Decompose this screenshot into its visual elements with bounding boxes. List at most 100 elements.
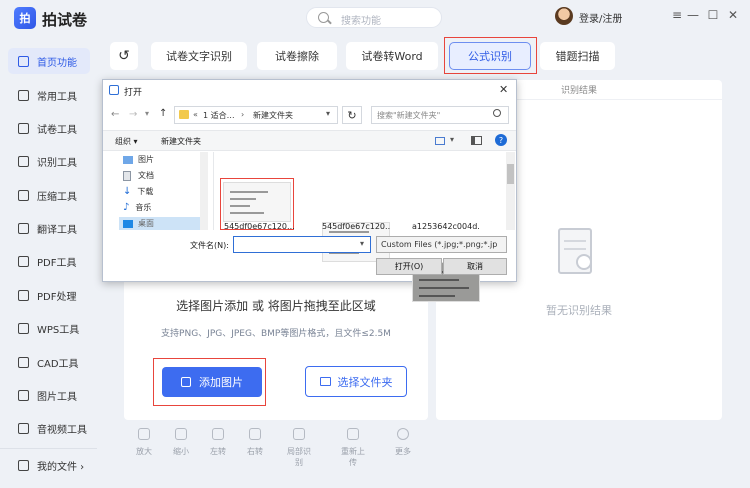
more-icon — [397, 428, 409, 440]
menu-icon[interactable]: ≡ — [670, 8, 684, 22]
tab-paper-ocr[interactable]: 试卷文字识别 — [151, 42, 247, 70]
nav-dropdown-icon[interactable]: ▾ — [145, 109, 149, 118]
file-name: a1253642c004d... — [412, 223, 480, 230]
filename-input[interactable]: ▾ — [233, 236, 371, 253]
zoom-in-button[interactable]: 放大 — [129, 428, 159, 457]
sidebar-item-translate[interactable]: 翻译工具 — [8, 215, 90, 241]
tree-item-pictures[interactable]: 图片 — [123, 154, 154, 165]
my-files-link[interactable]: 我的文件 › — [8, 452, 90, 478]
organize-menu[interactable]: 组织 ▾ — [115, 136, 138, 147]
breadcrumb-separator: › — [241, 110, 245, 119]
tree-item-music[interactable]: ♪ 音乐 — [123, 202, 151, 213]
maximize-button[interactable]: ☐ — [706, 8, 720, 22]
tree-scrollbar[interactable] — [200, 152, 208, 230]
preview-pane-icon[interactable] — [471, 136, 482, 145]
file-name: 545df0e67c120... — [224, 223, 294, 230]
partial-ocr-button[interactable]: 局部识别 — [284, 428, 314, 468]
refresh-button[interactable]: ↻ — [342, 106, 362, 124]
avatar[interactable] — [555, 7, 573, 25]
sidebar: 首页功能 常用工具 试卷工具 识别工具 压缩工具 翻译工具 PDF工具 PDF处… — [0, 36, 97, 488]
tab-formula-ocr[interactable]: 公式识别 — [449, 42, 531, 70]
media-icon — [18, 422, 29, 434]
tab-paper-to-word[interactable]: 试卷转Word — [346, 42, 438, 70]
command-bar: 组织 ▾ 新建文件夹 ▾ ? — [103, 130, 516, 151]
address-dropdown-icon[interactable]: ▾ — [326, 109, 330, 118]
sidebar-item-pdf-process[interactable]: PDF处理 — [8, 282, 90, 308]
sidebar-item-home[interactable]: 首页功能 — [8, 48, 90, 74]
nav-tree: 图片 文档 ↓ 下载 ♪ 音乐 桌面 — [103, 152, 211, 230]
dialog-title: 打开 — [124, 88, 143, 98]
pdf-process-icon — [18, 289, 29, 301]
scrollbar-thumb[interactable] — [507, 164, 514, 184]
breadcrumb-parent[interactable]: 1 适合… — [203, 110, 235, 121]
sidebar-item-image[interactable]: 图片工具 — [8, 382, 90, 408]
sidebar-item-pdf[interactable]: PDF工具 — [8, 248, 90, 274]
sidebar-item-cad[interactable]: CAD工具 — [8, 349, 90, 375]
dialog-search-icon — [493, 109, 501, 117]
file-open-dialog: 打开 ✕ ← → ▾ ↑ « 1 适合… › 新建文件夹 ▾ ↻ 搜索"新建文件… — [102, 79, 517, 302]
zoom-out-button[interactable]: 缩小 — [166, 428, 196, 457]
dialog-search-placeholder: 搜索"新建文件夹" — [377, 111, 441, 120]
sidebar-item-media[interactable]: 音视频工具 — [8, 415, 90, 441]
cancel-button[interactable]: 取消 — [443, 258, 507, 275]
file-pane-scrollbar[interactable] — [506, 152, 515, 230]
rotate-left-button[interactable]: 左转 — [203, 428, 233, 457]
reupload-button[interactable]: 重新上传 — [338, 428, 368, 468]
filetype-select[interactable]: Custom Files (*.jpg;*.png;*.jp — [376, 236, 507, 253]
compress-icon — [18, 189, 29, 201]
nav-back-icon[interactable]: ← — [111, 109, 119, 120]
refresh-icon — [347, 428, 359, 440]
sidebar-item-compress[interactable]: 压缩工具 — [8, 182, 90, 208]
app-name: 拍试卷 — [42, 12, 88, 29]
sidebar-item-recognize[interactable]: 识别工具 — [8, 148, 90, 174]
breadcrumb-prefix: « — [193, 110, 198, 119]
tab-wrong-question-scan[interactable]: 错题扫描 — [540, 42, 615, 70]
sidebar-item-common[interactable]: 常用工具 — [8, 82, 90, 108]
dialog-search-input[interactable]: 搜索"新建文件夹" — [371, 106, 509, 124]
downloads-icon: ↓ — [123, 186, 132, 197]
dialog-close-button[interactable]: ✕ — [499, 83, 508, 96]
empty-result-text: 暂无识别结果 — [546, 304, 612, 317]
minimize-button[interactable]: — — [686, 8, 700, 22]
rotate-right-button[interactable]: 右转 — [240, 428, 270, 457]
sidebar-divider — [0, 448, 97, 449]
search-placeholder: 搜索功能 — [341, 16, 381, 27]
filename-label: 文件名(N): — [190, 241, 229, 250]
help-icon[interactable]: ? — [495, 134, 507, 146]
open-button[interactable]: 打开(O) — [376, 258, 442, 275]
expand-icon — [138, 428, 150, 440]
address-bar[interactable]: « 1 适合… › 新建文件夹 ▾ — [174, 106, 338, 124]
nav-forward-icon[interactable]: → — [129, 109, 137, 120]
dialog-app-icon — [109, 85, 119, 95]
tab-paper-erase[interactable]: 试卷擦除 — [257, 42, 337, 70]
cad-icon — [18, 356, 29, 368]
file-thumbnail[interactable] — [223, 182, 291, 222]
folder-icon — [18, 459, 29, 471]
choose-folder-button[interactable]: 选择文件夹 — [305, 366, 407, 397]
sidebar-item-paper[interactable]: 试卷工具 — [8, 115, 90, 141]
filename-dropdown-icon[interactable]: ▾ — [360, 239, 364, 248]
home-icon — [18, 55, 29, 67]
more-button[interactable]: 更多 — [388, 428, 418, 457]
app-logo: 拍 — [14, 7, 36, 29]
add-image-button[interactable]: 添加图片 — [162, 367, 262, 397]
tree-item-desktop[interactable]: 桌面 — [119, 217, 207, 230]
upload-support-text: 支持PNG、JPG、JPEG、BMP等图片格式，且文件≤2.5M — [161, 329, 391, 339]
back-button[interactable]: ↺ — [110, 42, 138, 70]
search-input[interactable]: 搜索功能 — [306, 7, 442, 28]
view-options-icon[interactable] — [435, 137, 445, 145]
nav-up-icon[interactable]: ↑ — [159, 108, 167, 119]
new-folder-button[interactable]: 新建文件夹 — [161, 136, 201, 147]
close-button[interactable]: ✕ — [726, 8, 740, 22]
tree-item-documents[interactable]: 文档 — [123, 170, 154, 181]
view-dropdown-icon[interactable]: ▾ — [450, 135, 454, 144]
sidebar-item-wps[interactable]: WPS工具 — [8, 315, 90, 341]
breadcrumb-current[interactable]: 新建文件夹 — [253, 110, 293, 121]
tree-item-downloads[interactable]: ↓ 下载 — [123, 186, 153, 197]
login-link[interactable]: 登录/注册 — [579, 10, 622, 25]
dialog-title-bar: 打开 ✕ — [103, 80, 516, 101]
documents-icon — [123, 170, 131, 181]
bottom-toolbar: 放大 缩小 左转 右转 局部识别 重新上传 更多 — [124, 428, 428, 468]
crop-icon — [293, 428, 305, 440]
title-bar: 拍 拍试卷 搜索功能 登录/注册 ≡ — ☐ ✕ — [0, 0, 750, 36]
